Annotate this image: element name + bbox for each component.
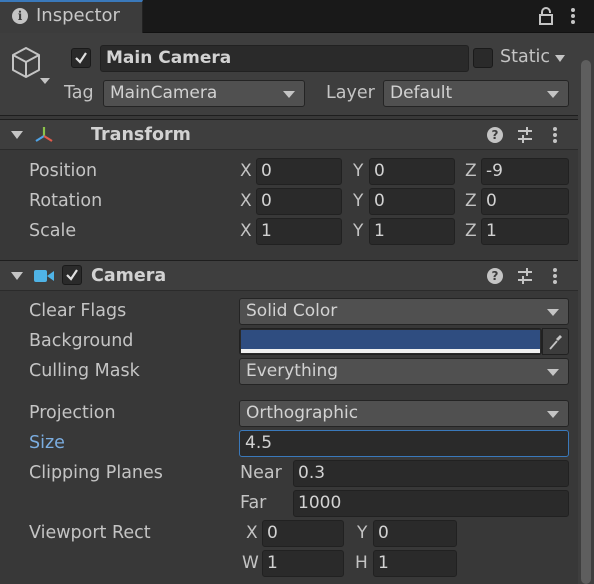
help-icon[interactable]: ? <box>487 127 503 143</box>
size-field[interactable]: 4.5 <box>239 430 569 457</box>
clear-flags-label: Clear Flags <box>29 301 127 321</box>
far-field[interactable]: 1000 <box>293 490 569 517</box>
layer-label: Layer <box>326 83 375 103</box>
scale-y-field[interactable]: 1 <box>369 218 455 245</box>
viewport-h-label[interactable]: H <box>355 553 368 573</box>
chevron-down-icon <box>547 369 559 376</box>
scale-z-label[interactable]: Z <box>465 221 477 241</box>
position-z-field[interactable]: -9 <box>481 158 569 185</box>
camera-enabled-checkbox[interactable] <box>62 265 82 285</box>
scroll-thumb[interactable] <box>581 60 591 584</box>
eyedropper-icon <box>549 335 562 350</box>
camera-title: Camera <box>91 266 167 286</box>
projection-label: Projection <box>29 403 116 423</box>
transform-title: Transform <box>91 125 191 145</box>
near-label[interactable]: Near <box>240 463 282 483</box>
help-icon[interactable]: ? <box>487 268 503 284</box>
chevron-down-icon <box>547 309 559 316</box>
background-color-swatch <box>241 330 540 349</box>
scale-y-label[interactable]: Y <box>353 221 363 241</box>
position-label: Position <box>29 161 98 181</box>
scale-x-field[interactable]: 1 <box>256 218 342 245</box>
static-label[interactable]: Static <box>500 47 550 67</box>
object-name-field[interactable]: Main Camera <box>100 45 469 72</box>
tag-label: Tag <box>64 83 94 103</box>
alpha-bar <box>241 349 540 353</box>
chevron-down-icon <box>283 91 295 98</box>
tag-value: MainCamera <box>110 83 218 103</box>
rotation-x-field[interactable]: 0 <box>256 188 342 215</box>
transform-menu-icon[interactable] <box>549 125 561 145</box>
projection-dropdown[interactable]: Orthographic <box>239 400 569 427</box>
chevron-down-icon <box>547 411 559 418</box>
active-checkbox[interactable] <box>71 48 91 68</box>
position-y-label[interactable]: Y <box>353 161 363 181</box>
rotation-y-label[interactable]: Y <box>353 191 363 211</box>
clear-flags-dropdown[interactable]: Solid Color <box>239 298 569 325</box>
viewport-x-label[interactable]: X <box>246 523 258 543</box>
scale-x-label[interactable]: X <box>240 221 252 241</box>
viewport-w-label[interactable]: W <box>242 553 259 573</box>
tab-label: Inspector <box>36 5 120 26</box>
info-icon: i <box>12 8 28 24</box>
presets-sliders-icon[interactable] <box>516 126 534 144</box>
eyedropper-button[interactable] <box>542 328 569 355</box>
transform-axes-icon <box>35 127 53 142</box>
layer-dropdown[interactable]: Default <box>383 80 569 107</box>
lock-icon[interactable] <box>538 6 554 26</box>
position-z-label[interactable]: Z <box>465 161 477 181</box>
rotation-label: Rotation <box>29 191 103 211</box>
projection-value: Orthographic <box>246 403 359 423</box>
viewport-h-field[interactable]: 1 <box>373 550 457 577</box>
transform-foldout-icon[interactable] <box>11 131 23 139</box>
static-checkbox[interactable] <box>473 48 493 68</box>
background-color-field[interactable] <box>239 328 542 355</box>
viewport-y-label[interactable]: Y <box>357 523 367 543</box>
rotation-z-label[interactable]: Z <box>465 191 477 211</box>
rotation-x-label[interactable]: X <box>240 191 252 211</box>
rotation-y-field[interactable]: 0 <box>369 188 455 215</box>
clipping-planes-label: Clipping Planes <box>29 463 163 483</box>
camera-icon <box>34 270 54 282</box>
scale-z-field[interactable]: 1 <box>481 218 569 245</box>
far-label[interactable]: Far <box>240 493 266 513</box>
gameobject-cube-icon[interactable] <box>10 45 52 87</box>
position-x-field[interactable]: 0 <box>256 158 342 185</box>
culling-mask-label: Culling Mask <box>29 361 140 381</box>
tag-dropdown[interactable]: MainCamera <box>103 80 305 107</box>
static-dropdown-arrow-icon[interactable] <box>555 55 565 62</box>
viewport-y-field[interactable]: 0 <box>373 520 457 547</box>
viewport-rect-label: Viewport Rect <box>29 523 151 543</box>
background-label: Background <box>29 331 134 351</box>
culling-mask-value: Everything <box>246 361 339 381</box>
rotation-z-field[interactable]: 0 <box>481 188 569 215</box>
presets-sliders-icon[interactable] <box>516 267 534 285</box>
scale-label: Scale <box>29 221 77 241</box>
camera-foldout-icon[interactable] <box>11 272 23 280</box>
clear-flags-value: Solid Color <box>246 301 338 321</box>
camera-menu-icon[interactable] <box>549 266 561 286</box>
position-x-label[interactable]: X <box>240 161 252 181</box>
culling-mask-dropdown[interactable]: Everything <box>239 358 569 385</box>
near-field[interactable]: 0.3 <box>293 460 569 487</box>
viewport-x-field[interactable]: 0 <box>262 520 344 547</box>
tab-menu-icon[interactable] <box>567 6 579 26</box>
size-label[interactable]: Size <box>29 433 65 453</box>
viewport-w-field[interactable]: 1 <box>262 550 344 577</box>
layer-value: Default <box>390 83 453 103</box>
position-y-field[interactable]: 0 <box>369 158 455 185</box>
chevron-down-icon <box>547 91 559 98</box>
